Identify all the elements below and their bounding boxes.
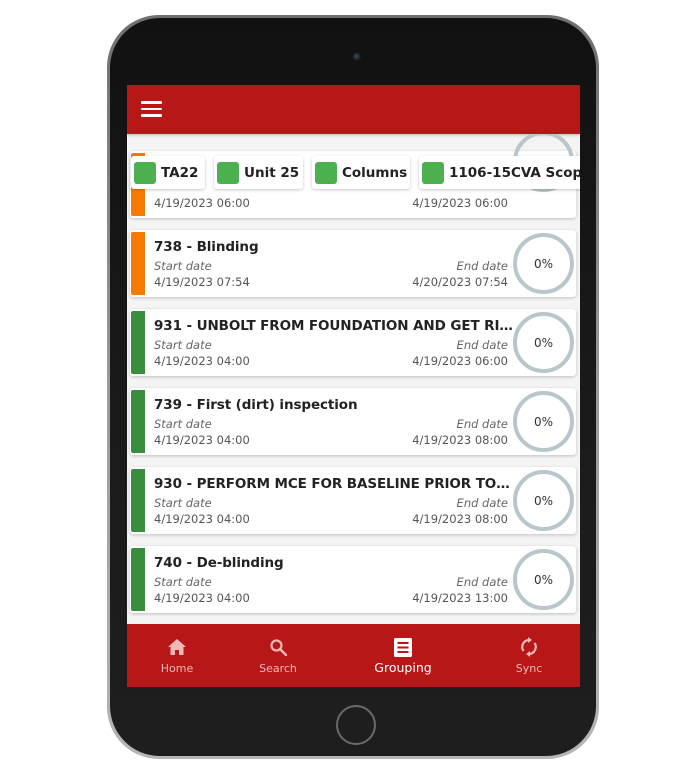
end-date-value: 4/19/2023 06:00	[412, 196, 508, 210]
end-date-label: End date	[456, 575, 508, 589]
end-date-value: 4/19/2023 13:00	[412, 591, 508, 605]
chip-color-swatch	[134, 161, 156, 184]
start-date-label: Start date	[154, 496, 212, 510]
progress-ring: 0%	[513, 233, 574, 294]
start-date-label: Start date	[154, 575, 212, 589]
chip-color-swatch	[422, 161, 444, 184]
chip-ta22[interactable]: TA22	[131, 156, 205, 189]
chip-columns[interactable]: Columns	[312, 156, 410, 189]
nav-label: Sync	[515, 662, 543, 675]
nav-label: Home	[160, 662, 194, 675]
end-date-label: End date	[456, 496, 508, 510]
chip-1106-15cva-scope[interactable]: 1106-15CVA Scope R	[419, 156, 580, 189]
task-title: 931 - UNBOLT FROM FOUNDATION AND GET RIG…	[154, 318, 514, 334]
status-bar	[131, 390, 145, 453]
progress-ring: 0%	[513, 391, 574, 452]
group-chips: TA22 Unit 25 Columns 1106-15CVA Scope R	[127, 156, 580, 190]
task-card[interactable]: 740 - De-blinding Start date 4/19/2023 0…	[130, 546, 576, 613]
search-icon	[269, 636, 287, 658]
end-date-value: 4/19/2023 08:00	[412, 512, 508, 526]
nav-grouping[interactable]: Grouping	[368, 624, 438, 687]
task-card[interactable]: 931 - UNBOLT FROM FOUNDATION AND GET RIG…	[130, 309, 576, 376]
task-card[interactable]: 930 - PERFORM MCE FOR BASELINE PRIOR TO …	[130, 467, 576, 534]
start-date-value: 4/19/2023 04:00	[154, 591, 250, 605]
start-date-label: Start date	[154, 417, 212, 431]
status-bar	[131, 469, 145, 532]
chip-label: 1106-15CVA Scope R	[449, 164, 580, 181]
app-bar	[127, 85, 580, 134]
start-date-label: Start date	[154, 338, 212, 352]
nav-label: Search	[259, 662, 297, 675]
nav-label: Grouping	[374, 660, 432, 675]
end-date-value: 4/19/2023 08:00	[412, 433, 508, 447]
task-title: 930 - PERFORM MCE FOR BASELINE PRIOR TO …	[154, 476, 514, 492]
task-card[interactable]: 738 - Blinding Start date 4/19/2023 07:5…	[130, 230, 576, 297]
task-title: 739 - First (dirt) inspection	[154, 397, 358, 413]
chip-label: Unit 25	[244, 164, 300, 181]
start-date-label: Start date	[154, 259, 212, 273]
home-icon	[168, 636, 186, 658]
task-list[interactable]: 4/19/2023 06:00 4/19/2023 06:00 738 - Bl…	[127, 134, 580, 624]
chip-color-swatch	[217, 161, 239, 184]
start-date-value: 4/19/2023 04:00	[154, 354, 250, 368]
task-title: 738 - Blinding	[154, 239, 259, 255]
end-date-value: 4/20/2023 07:54	[412, 275, 508, 289]
chip-label: Columns	[342, 164, 408, 181]
start-date-value: 4/19/2023 06:00	[154, 196, 250, 210]
nav-sync[interactable]: Sync	[504, 624, 554, 687]
progress-ring: 0%	[513, 549, 574, 610]
nav-search[interactable]: Search	[253, 624, 303, 687]
progress-ring: 0%	[513, 312, 574, 373]
camera-icon	[353, 53, 361, 61]
chip-label: TA22	[161, 164, 199, 181]
home-hardware-button[interactable]	[336, 705, 376, 745]
status-bar	[131, 311, 145, 374]
hamburger-menu-icon[interactable]	[141, 101, 162, 117]
end-date-value: 4/19/2023 06:00	[412, 354, 508, 368]
status-bar	[131, 232, 145, 295]
status-bar	[131, 548, 145, 611]
start-date-value: 4/19/2023 04:00	[154, 433, 250, 447]
nav-home[interactable]: Home	[152, 624, 202, 687]
list-icon	[394, 636, 412, 658]
start-date-value: 4/19/2023 07:54	[154, 275, 250, 289]
sync-icon	[521, 636, 537, 658]
end-date-label: End date	[456, 259, 508, 273]
end-date-label: End date	[456, 338, 508, 352]
chip-color-swatch	[315, 161, 337, 184]
chip-unit-25[interactable]: Unit 25	[214, 156, 303, 189]
end-date-label: End date	[456, 417, 508, 431]
progress-ring: 0%	[513, 470, 574, 531]
bottom-navigation: Home Search Grouping Sync	[127, 624, 580, 687]
task-title: 740 - De-blinding	[154, 555, 284, 571]
app-screen: 4/19/2023 06:00 4/19/2023 06:00 738 - Bl…	[127, 85, 580, 687]
start-date-value: 4/19/2023 04:00	[154, 512, 250, 526]
task-card[interactable]: 739 - First (dirt) inspection Start date…	[130, 388, 576, 455]
